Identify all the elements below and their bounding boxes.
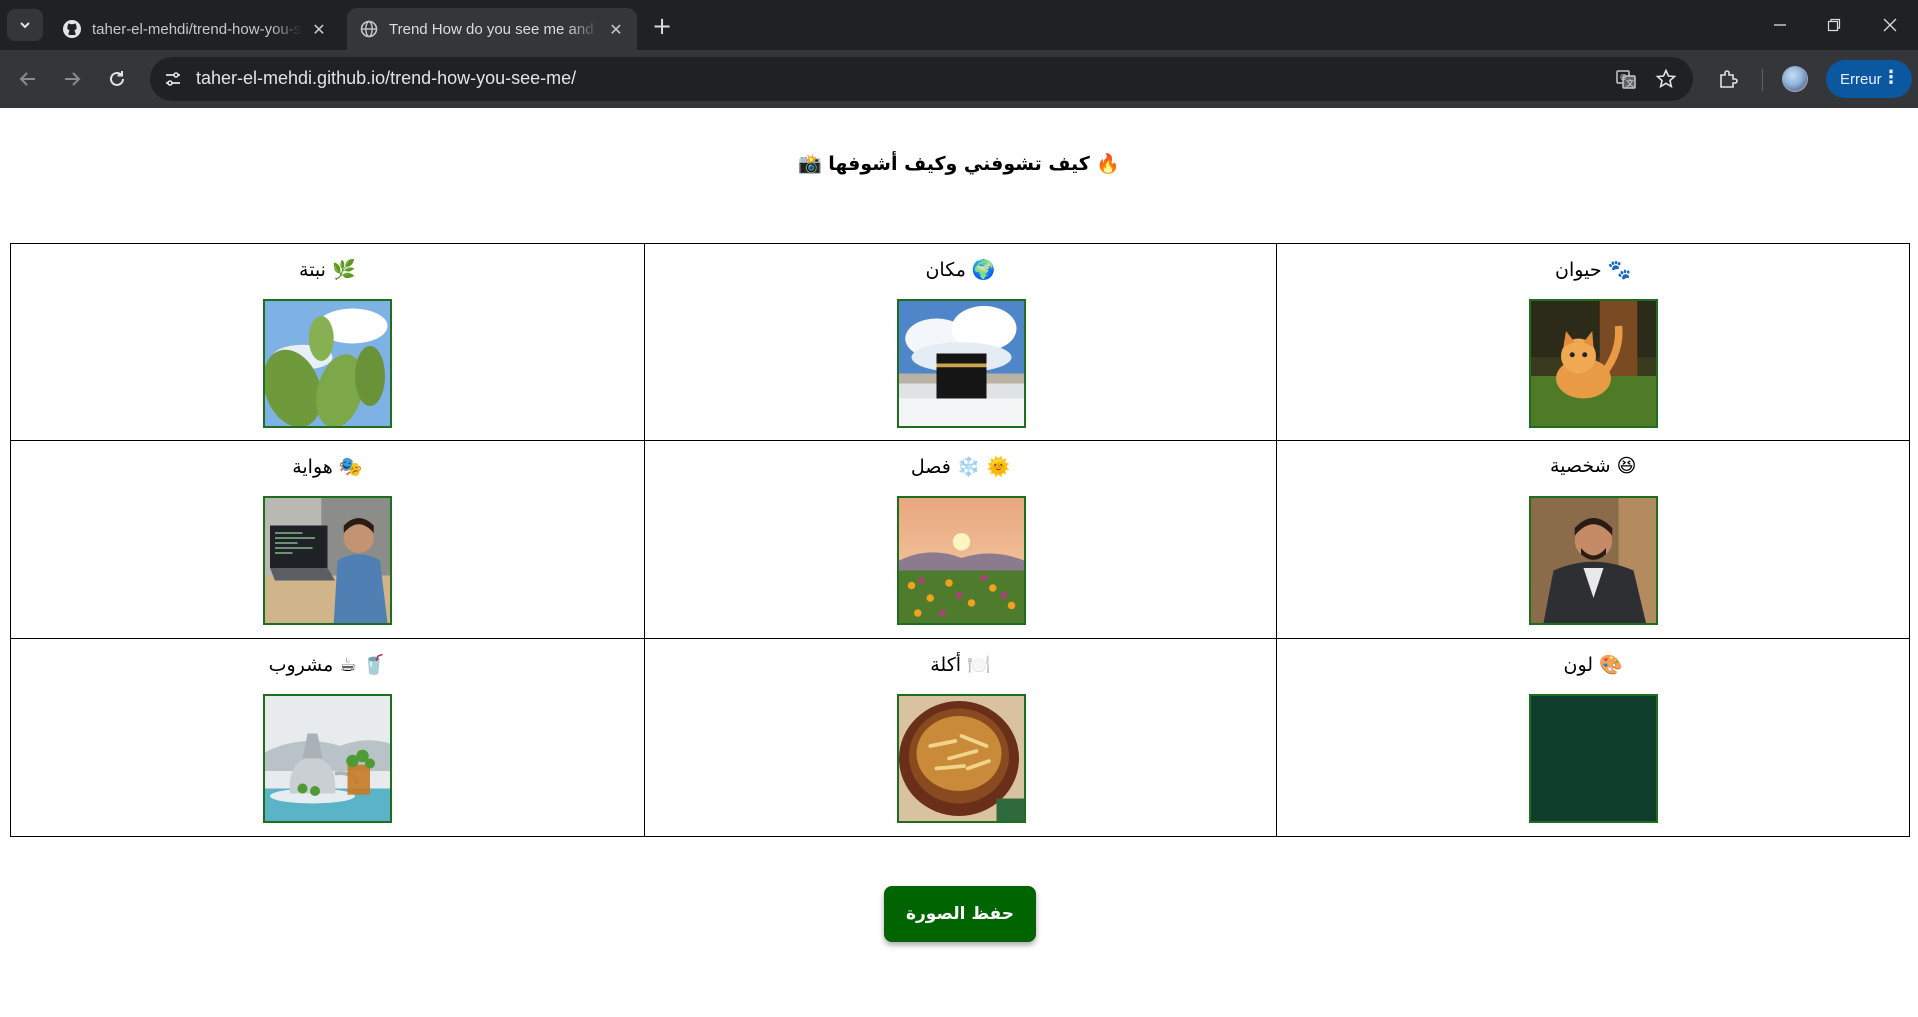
github-icon	[62, 19, 82, 39]
cell-label: 🌿 نبتة	[299, 259, 356, 281]
plus-icon: +	[651, 12, 673, 40]
reload-icon	[110, 71, 124, 86]
grid-cell-season: 🌞 ❄️ فصل	[643, 441, 1277, 639]
grid-cell-food: 🍽️ أكلة	[643, 638, 1277, 836]
cell-label: 🥤 ☕ مشروب	[268, 653, 387, 676]
cell-label: 🌞 ❄️ فصل	[910, 456, 1011, 479]
profile-error-button[interactable]: Erreur ⋮	[1826, 60, 1912, 98]
close-icon[interactable]: ✕	[308, 18, 330, 40]
grid-cell-drink: 🥤 ☕ مشروب	[11, 639, 644, 836]
profile-avatar[interactable]	[1782, 66, 1808, 92]
save-image-button[interactable]: حفظ الصورة	[884, 886, 1036, 942]
cell-label: 🎭 هواية	[292, 456, 363, 479]
translate-icon[interactable]: G文	[1612, 65, 1640, 93]
profile-error-label: Erreur	[1840, 70, 1882, 88]
kaaba-photo[interactable]	[896, 299, 1026, 428]
tab-title: Trend How do you see me and how I see it	[389, 20, 599, 38]
globe-icon	[359, 19, 379, 39]
tab-trend[interactable]: Trend How do you see me and how I see it…	[347, 8, 637, 50]
toolbar-divider	[1762, 69, 1763, 91]
tab-github[interactable]: taher-el-mehdi/trend-how-you-see-me ✕	[50, 8, 340, 50]
address-bar[interactable]: taher-el-mehdi.github.io/trend-how-you-s…	[150, 57, 1693, 101]
browser-toolbar: taher-el-mehdi.github.io/trend-how-you-s…	[0, 50, 1918, 108]
close-icon	[1883, 18, 1897, 32]
close-icon[interactable]: ✕	[605, 18, 627, 40]
cell-label: 🌍 مكان	[925, 259, 996, 281]
color-swatch[interactable]	[1529, 693, 1659, 823]
page-content: 🔥 كيف تشوفني وكيف أشوفها 📸 🐾 حيوان 🌍 مكا…	[0, 108, 1918, 1017]
url-text[interactable]: taher-el-mehdi.github.io/trend-how-you-s…	[196, 68, 576, 89]
site-info-icon[interactable]	[158, 64, 188, 94]
mint-tea-photo[interactable]	[263, 693, 393, 823]
grid-cell-personality: 😆 شخصية	[1276, 441, 1909, 639]
svg-text:文: 文	[1626, 78, 1634, 88]
man-in-suit-photo[interactable]	[1529, 496, 1659, 626]
tab-strip: taher-el-mehdi/trend-how-you-see-me ✕ Tr…	[0, 0, 1918, 50]
grid-cell-color: 🎨 لون	[1276, 638, 1909, 836]
grid-cell-animal: 🐾 حيوان	[1276, 244, 1909, 442]
orange-kitten-photo[interactable]	[1529, 299, 1659, 428]
grid-cell-plant: 🌿 نبتة	[11, 244, 644, 442]
forward-button[interactable]	[56, 63, 88, 95]
tab-title: taher-el-mehdi/trend-how-you-see-me	[92, 20, 302, 38]
flower-field-sunset-photo[interactable]	[896, 496, 1026, 626]
page-title: 🔥 كيف تشوفني وكيف أشوفها 📸	[797, 153, 1121, 175]
new-tab-button[interactable]: +	[648, 12, 676, 40]
tajine-photo[interactable]	[896, 693, 1026, 823]
extensions-icon[interactable]	[1712, 63, 1744, 95]
tab-search-button[interactable]	[7, 9, 43, 41]
minimize-button[interactable]	[1752, 0, 1808, 50]
back-button[interactable]	[12, 63, 44, 95]
restore-button[interactable]	[1806, 0, 1862, 50]
arrow-left-icon	[19, 72, 35, 86]
bookmark-star-icon[interactable]	[1652, 65, 1680, 93]
chevron-down-icon	[20, 22, 30, 29]
grid-cell-hobby: 🎭 هواية	[11, 441, 644, 639]
minimize-icon	[1774, 24, 1786, 26]
restore-icon	[1827, 18, 1841, 32]
cell-label: 😆 شخصية	[1549, 455, 1637, 478]
reload-button[interactable]	[101, 63, 133, 95]
cell-label: 🐾 حيوان	[1555, 259, 1632, 281]
prickly-pear-cactus-photo[interactable]	[263, 299, 393, 428]
kebab-menu-icon[interactable]: ⋮	[1882, 69, 1900, 87]
trend-grid: 🐾 حيوان 🌍 مكان 🌿 نبتة 😆 شخصية 🌞 ❄️ فصل 🎭…	[10, 243, 1910, 837]
close-window-button[interactable]	[1862, 0, 1918, 50]
grid-cell-place: 🌍 مكان	[643, 244, 1277, 442]
cell-label: 🎨 لون	[1563, 653, 1623, 676]
arrow-right-icon	[65, 72, 81, 86]
programmer-laptop-photo[interactable]	[263, 496, 393, 626]
cell-label: 🍽️ أكلة	[930, 653, 991, 676]
